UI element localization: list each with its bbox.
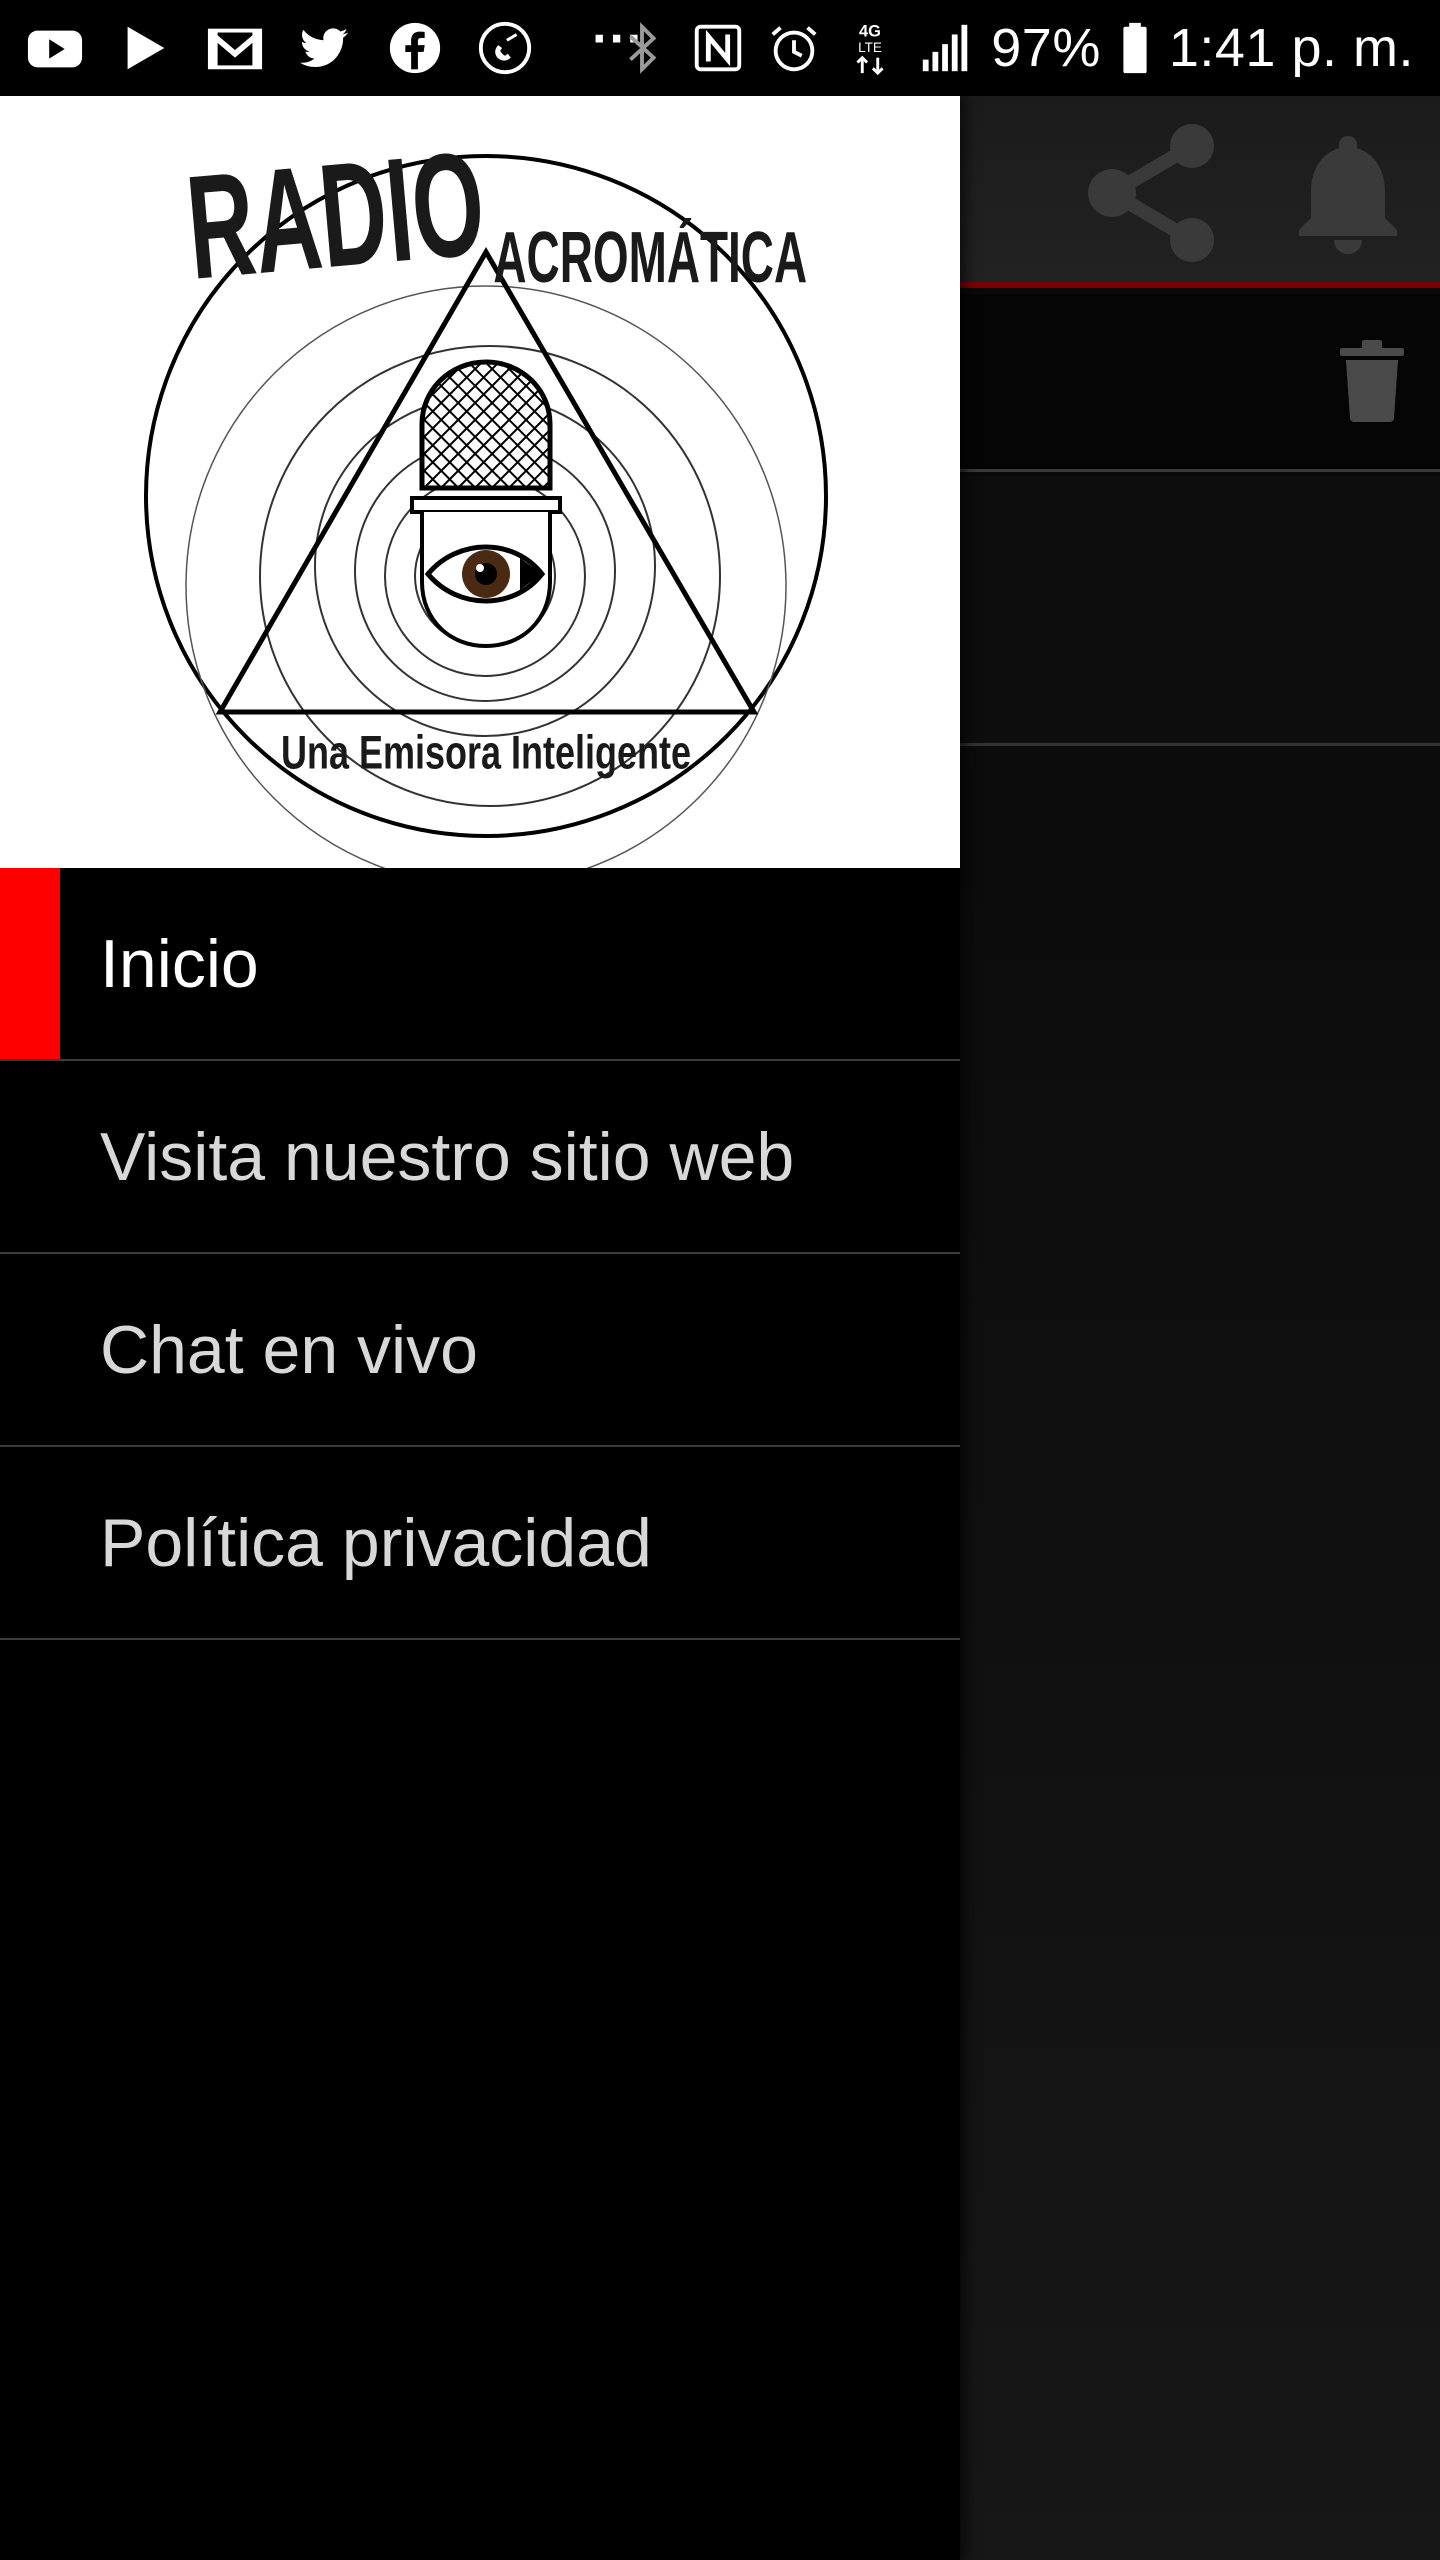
lte-icon: 4G LTE [839, 17, 901, 79]
logo-tagline: Una Emisora Inteligente [281, 726, 691, 779]
menu-item-label: Inicio [100, 925, 259, 1002]
logo-word-radio: RADIO [181, 122, 491, 312]
play-store-icon [114, 17, 176, 79]
menu-item-label: Chat en vivo [100, 1311, 478, 1388]
menu-item-inicio[interactable]: Inicio [0, 868, 960, 1061]
drawer-header: RADIO ACROMÁTICA Una Emisora Inteligente [0, 96, 960, 868]
menu-item-politica-privacidad[interactable]: Política privacidad [0, 1447, 960, 1640]
battery-percent: 97% [991, 18, 1101, 78]
signal-icon [915, 17, 977, 79]
notification-icons: ··· [24, 0, 644, 96]
gmail-icon [204, 17, 266, 79]
svg-text:4G: 4G [859, 22, 881, 40]
drawer-menu: Inicio Visita nuestro sitio web Chat en … [0, 868, 960, 1640]
active-indicator [0, 868, 60, 1059]
alarm-icon [763, 17, 825, 79]
bell-icon[interactable] [1288, 126, 1408, 256]
clock: 1:41 p. m. [1168, 18, 1414, 78]
navigation-drawer: RADIO ACROMÁTICA Una Emisora Inteligente… [0, 96, 960, 2560]
menu-item-label: Política privacidad [100, 1504, 652, 1581]
radio-acromatica-logo: RADIO ACROMÁTICA Una Emisora Inteligente [144, 122, 828, 868]
nfc-icon [687, 17, 749, 79]
menu-item-label: Visita nuestro sitio web [100, 1118, 795, 1195]
menu-item-chat-en-vivo[interactable]: Chat en vivo [0, 1254, 960, 1447]
logo-word-acromatica: ACROMÁTICA [493, 216, 807, 297]
svg-text:LTE: LTE [858, 40, 882, 55]
menu-item-visita-sitio-web[interactable]: Visita nuestro sitio web [0, 1061, 960, 1254]
phone-call-icon [474, 17, 536, 79]
bluetooth-icon [611, 17, 673, 79]
youtube-icon [24, 17, 86, 79]
status-bar: ··· 4G LTE 97% 1:41 p. m. [0, 0, 1440, 96]
system-icons: 4G LTE 97% 1:41 p. m. [611, 0, 1414, 96]
share-icon[interactable] [1082, 118, 1222, 268]
facebook-icon [384, 17, 446, 79]
battery-icon [1115, 17, 1155, 79]
trash-icon[interactable] [1340, 340, 1404, 422]
twitter-icon [294, 17, 356, 79]
